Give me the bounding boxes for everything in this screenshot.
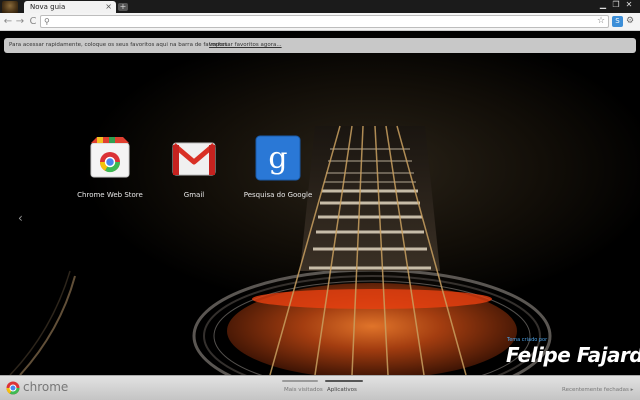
google-search-icon: g: [255, 135, 301, 181]
footer-tab-most-visited[interactable]: Mais visitados: [284, 387, 323, 393]
app-google-search[interactable]: g Pesquisa do Google: [238, 135, 318, 199]
ntp-footer: chrome Mais visitados Aplicativos Recent…: [0, 375, 640, 400]
app-label: Pesquisa do Google: [243, 191, 313, 199]
minimize-icon[interactable]: ▁: [596, 0, 610, 10]
import-bookmarks-link[interactable]: Importar favoritos agora...: [209, 42, 282, 48]
app-gmail[interactable]: Gmail: [154, 135, 234, 199]
tab-close-icon[interactable]: ×: [105, 2, 112, 11]
app-chrome-web-store[interactable]: Chrome Web Store: [70, 135, 150, 199]
page-indicator-apps[interactable]: [325, 380, 363, 382]
previous-page-icon[interactable]: ‹: [18, 211, 23, 225]
page-indicator-most-visited[interactable]: [282, 380, 318, 382]
chrome-logo-icon: [6, 381, 20, 395]
title-bar: Nova guia × + ▁ ❐ ✕: [0, 0, 640, 13]
bookmark-star-icon[interactable]: ☆: [597, 15, 605, 27]
close-window-icon[interactable]: ✕: [622, 0, 636, 10]
footer-tab-apps[interactable]: Aplicativos: [327, 387, 357, 393]
bookmark-notice-bar: Para acessar rapidamente, coloque os seu…: [4, 38, 636, 53]
address-input[interactable]: [55, 16, 585, 27]
profile-avatar[interactable]: [2, 1, 18, 13]
guitar-wallpaper: [9, 125, 552, 375]
toolbar: ← → C ⚲ ☆ S ⚙: [0, 13, 640, 31]
svg-text:g: g: [268, 141, 287, 176]
extension-icon[interactable]: S: [612, 16, 623, 27]
recently-closed-menu[interactable]: Recentemente fechadas ▸: [562, 387, 633, 393]
tab-title: Nova guia: [30, 3, 66, 11]
maximize-icon[interactable]: ❐: [609, 0, 623, 10]
reload-icon[interactable]: C: [27, 15, 39, 28]
chrome-web-store-icon: [90, 137, 130, 178]
new-tab-button[interactable]: +: [118, 3, 128, 11]
app-label: Gmail: [183, 191, 205, 199]
back-arrow-icon[interactable]: ←: [2, 15, 14, 28]
app-label: Chrome Web Store: [77, 191, 143, 199]
omnibox[interactable]: ⚲: [40, 15, 609, 28]
wrench-menu-icon[interactable]: ⚙: [626, 15, 634, 27]
search-icon: ⚲: [44, 17, 50, 26]
chrome-wordmark: chrome: [23, 380, 69, 394]
tab-nova-guia[interactable]: Nova guia ×: [24, 1, 116, 13]
new-tab-page: Chrome Web Store Gmail g Pesquisa do Goo…: [0, 31, 640, 375]
forward-arrow-icon[interactable]: →: [14, 15, 26, 28]
theme-author-name: Felipe Fajardo: [506, 343, 640, 367]
gmail-icon: [172, 142, 216, 176]
bookmark-notice-text: Para acessar rapidamente, coloque os seu…: [9, 42, 230, 48]
